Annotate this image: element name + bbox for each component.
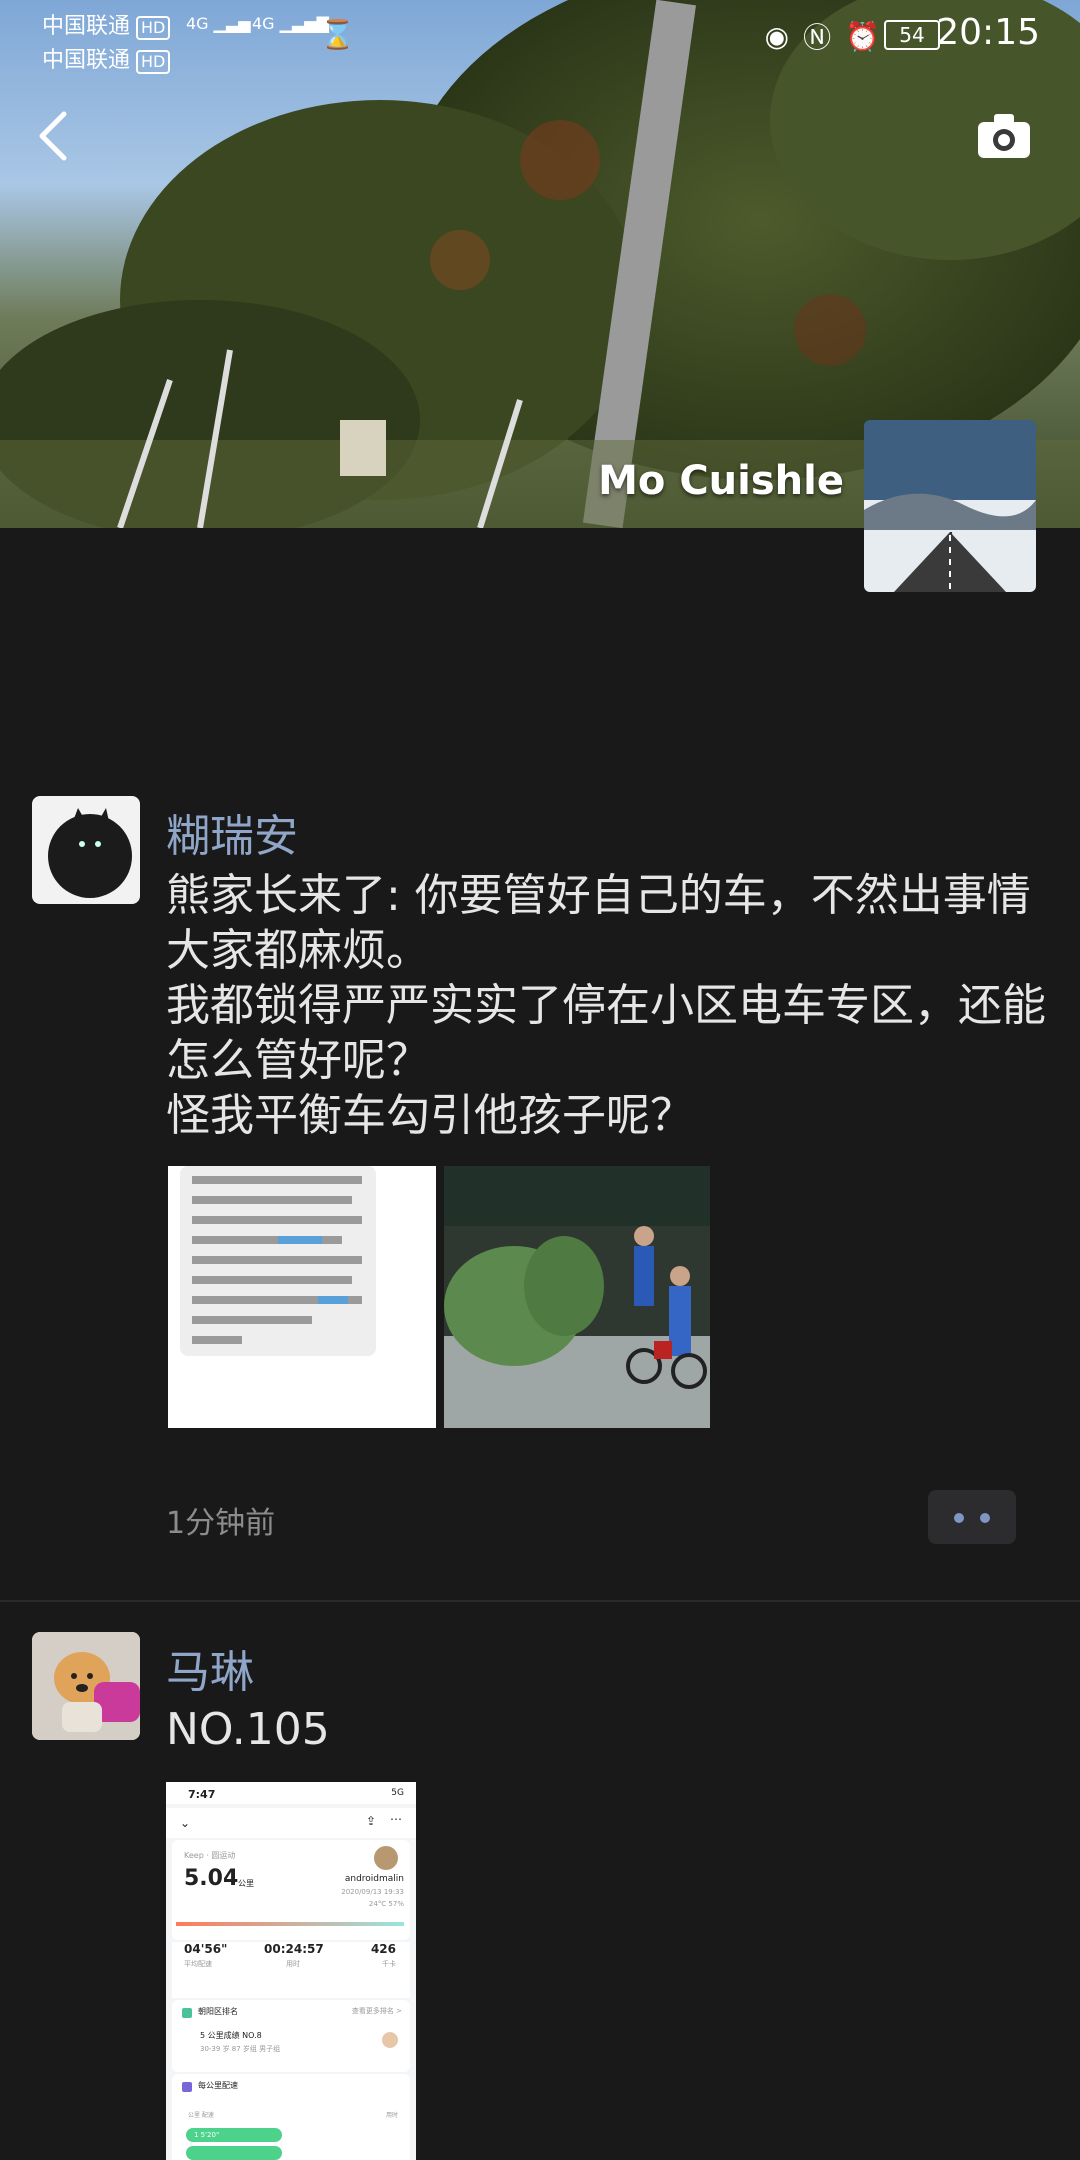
post-author[interactable]: 马琳 [166, 1636, 254, 1700]
dot-icon [954, 1513, 964, 1523]
owner-name[interactable]: Mo Cuishle [598, 458, 844, 504]
carrier-2: 中国联通 HD [42, 42, 171, 74]
camera-icon[interactable] [976, 112, 1032, 160]
dot-icon [980, 1513, 990, 1523]
alarm-icon: ⏰ [845, 19, 880, 53]
signal-icon-1: 4G ▁▃▅ [186, 14, 251, 33]
nfc-icon: Ⓝ [803, 21, 832, 54]
avatar[interactable] [32, 1632, 140, 1740]
hourglass-icon: ⌛ [320, 18, 355, 51]
post-image-screenshot[interactable]: 7:47 5G ⌄ ⇪ ⋯ Keep · 圆运动 5.04 公里 android… [166, 1782, 416, 2160]
divider [0, 1600, 1080, 1602]
signal-icon-2: 4G ▁▃▅▇ [252, 14, 329, 33]
post-text: 熊家长来了: 你要管好自己的车，不然出事情大家都麻烦。 我都锁得严严实实了停在小… [166, 870, 1046, 1141]
post-image-1[interactable] [168, 1166, 436, 1428]
post-author[interactable]: 糊瑞安 [166, 800, 298, 864]
avatar[interactable] [32, 796, 140, 904]
carrier-1: 中国联通 HD [42, 8, 171, 40]
owner-avatar[interactable] [864, 420, 1036, 592]
post-time: 1分钟前 [166, 1506, 276, 1541]
back-arrow-icon[interactable] [34, 110, 74, 162]
battery-icon: 54 [884, 20, 940, 50]
eye-icon: ◉ [764, 19, 790, 53]
clock: 20:15 [936, 12, 1040, 53]
status-bar: 中国联通 HD 中国联通 HD 4G ▁▃▅ 4G ▁▃▅▇ ⌛ ◉ Ⓝ ⏰ 54 … [0, 0, 1080, 74]
post-text: NO.105 [166, 1704, 330, 1755]
post-image-2[interactable] [444, 1166, 710, 1428]
comment-like-button[interactable] [928, 1490, 1016, 1544]
